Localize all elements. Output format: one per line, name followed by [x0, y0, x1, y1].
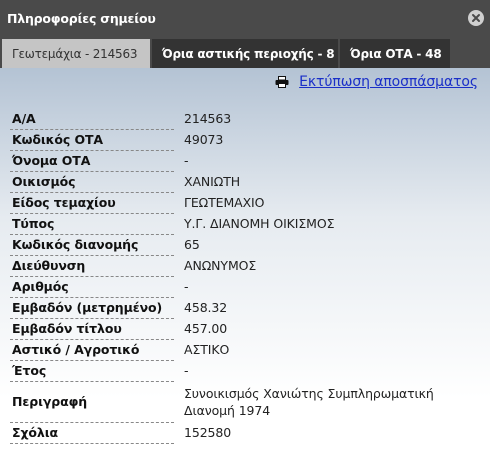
close-icon: [472, 14, 480, 22]
attr-key: Είδος τεμαχίου: [10, 192, 174, 214]
table-row: Διεύθυνση ΑΝΩΝΥΜΟΣ: [10, 255, 474, 277]
tab-label: Γεωτεμάχια - 214563: [12, 46, 138, 61]
table-row: Τύπος Υ.Γ. ΔΙΑΝΟΜΗ ΟΙΚΙΣΜΟΣ: [10, 213, 474, 235]
attr-value: ΧΑΝΙΩΤΗ: [184, 174, 241, 189]
title-bar: Πληροφορίες σημείου: [0, 0, 490, 36]
table-row: Αστικό / Αγροτικό ΑΣΤΙΚΟ: [10, 339, 474, 361]
attr-key: Κωδικός διανομής: [10, 234, 174, 256]
print-extract-link[interactable]: Εκτύπωση αποσπάσματος: [299, 74, 478, 90]
attr-key: Διεύθυνση: [10, 255, 174, 277]
attr-value: 214563: [184, 111, 232, 126]
attr-key: Περιγραφή: [10, 381, 174, 423]
attr-value: 65: [184, 237, 200, 252]
attr-value: 49073: [184, 132, 224, 147]
attr-value: ΓΕΩΤΕΜΑΧΙΟ: [184, 195, 265, 210]
attr-value: 457.00: [184, 321, 228, 336]
attr-value: 458.32: [184, 300, 228, 315]
attr-value: ΑΣΤΙΚΟ: [184, 342, 230, 357]
attr-key: Σχόλια: [10, 422, 174, 444]
attr-value: Συνοικισμός Χανιώτης Συμπληρωματική Διαν…: [184, 385, 434, 418]
table-row: Όνομα ΟΤΑ -: [10, 150, 474, 172]
attr-key: Αστικό / Αγροτικό: [10, 339, 174, 361]
attr-value: -: [184, 153, 189, 168]
table-row: Α/Α 214563: [10, 108, 474, 130]
tab-ota-boundaries[interactable]: Όρια ΟΤΑ - 48: [340, 39, 450, 68]
attr-key: Τύπος: [10, 213, 174, 235]
table-row: Εμβαδόν (μετρημένο) 458.32: [10, 297, 474, 319]
attr-value: -: [184, 279, 189, 294]
table-row: Κωδικός διανομής 65: [10, 234, 474, 256]
attr-key: Αριθμός: [10, 276, 174, 298]
attributes-table: Α/Α 214563 Κωδικός ΟΤΑ 49073 Όνομα ΟΤΑ -…: [10, 108, 474, 444]
attr-key: Κωδικός ΟΤΑ: [10, 129, 174, 151]
attr-key: Α/Α: [10, 108, 174, 130]
attr-value: Υ.Γ. ΔΙΑΝΟΜΗ ΟΙΚΙΣΜΟΣ: [184, 216, 335, 231]
table-row: Έτος -: [10, 360, 474, 382]
table-row: Είδος τεμαχίου ΓΕΩΤΕΜΑΧΙΟ: [10, 192, 474, 214]
table-row: Εμβαδόν τίτλου 457.00: [10, 318, 474, 340]
tab-urban-area-boundaries[interactable]: Όρια αστικής περιοχής - 8: [152, 39, 338, 68]
attr-key: Έτος: [10, 360, 174, 382]
table-row: Κωδικός ΟΤΑ 49073: [10, 129, 474, 151]
tab-label: Όρια ΟΤΑ - 48: [350, 46, 442, 61]
table-row: Αριθμός -: [10, 276, 474, 298]
attr-key: Όνομα ΟΤΑ: [10, 150, 174, 172]
table-row: Οικισμός ΧΑΝΙΩΤΗ: [10, 171, 474, 193]
tab-label: Όρια αστικής περιοχής - 8: [162, 46, 335, 61]
window-title: Πληροφορίες σημείου: [7, 10, 156, 26]
print-row: Εκτύπωση αποσπάσματος: [275, 74, 478, 90]
attr-value: 152580: [184, 425, 232, 440]
attr-key: Εμβαδόν τίτλου: [10, 318, 174, 340]
tab-parcels[interactable]: Γεωτεμάχια - 214563: [2, 39, 150, 68]
attr-key: Οικισμός: [10, 171, 174, 193]
table-row: Περιγραφή Συνοικισμός Χανιώτης Συμπληρωμ…: [10, 381, 474, 423]
attr-value: -: [184, 363, 189, 378]
tab-bar: Γεωτεμάχια - 214563 Όρια αστικής περιοχή…: [0, 36, 490, 68]
close-button[interactable]: [468, 10, 484, 26]
point-info-panel: Πληροφορίες σημείου Γεωτεμάχια - 214563 …: [0, 0, 490, 462]
printer-icon[interactable]: [275, 76, 289, 88]
tab-content: Εκτύπωση αποσπάσματος Α/Α 214563 Κωδικός…: [0, 68, 490, 462]
attr-key: Εμβαδόν (μετρημένο): [10, 297, 174, 319]
attr-value: ΑΝΩΝΥΜΟΣ: [184, 258, 257, 273]
table-row: Σχόλια 152580: [10, 422, 474, 444]
